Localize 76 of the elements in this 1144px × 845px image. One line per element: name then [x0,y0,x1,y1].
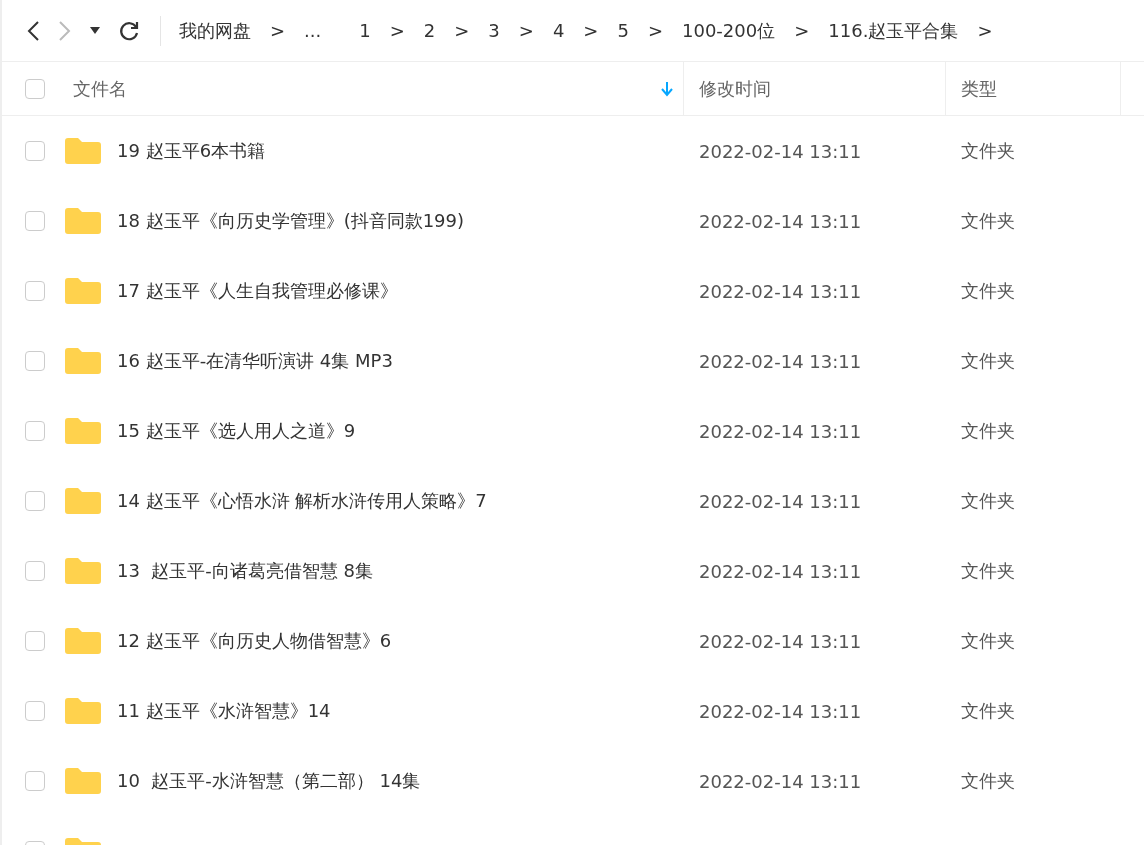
breadcrumb-link[interactable]: 100-200位 [682,18,776,43]
file-type: 文件夹 [960,349,1016,373]
forward-icon[interactable] [58,19,72,42]
file-type: 文件夹 [960,559,1016,583]
row-checkbox[interactable] [25,421,45,441]
modified-time: 2022-02-14 13:11 [698,700,863,722]
breadcrumb-link[interactable]: 我的网盘 [179,18,251,43]
folder-name[interactable]: 14 赵玉平《心悟水浒 解析水浒传用人策略》7 [117,489,487,513]
row-checkbox[interactable] [25,561,45,581]
breadcrumb-link[interactable]: 3 [488,20,500,41]
modified-time: 2022-02-14 13:11 [698,490,863,512]
breadcrumb-separator: > [518,20,534,41]
folder-icon [65,628,101,654]
back-icon[interactable] [26,19,40,42]
folder-name[interactable]: 18 赵玉平《向历史学管理》(抖音同款199) [117,209,465,233]
modified-time: 2022-02-14 13:11 [698,350,863,372]
folder-name[interactable]: 13 赵玉平-向诸葛亮借智慧 8集 [117,559,374,583]
file-type: 文件夹 [960,139,1016,163]
modified-time: 2022-02-14 13:11 [698,140,863,162]
folder-name[interactable]: 10 赵玉平-水浒智慧（第二部） 14集 [117,769,421,793]
select-all-checkbox[interactable] [25,78,45,99]
breadcrumb-separator: > [647,20,663,41]
folder-name[interactable]: 11 赵玉平《水浒智慧》14 [117,699,331,723]
folder-icon [65,278,101,304]
modified-time: 2022-02-14 13:11 [698,770,863,792]
row-checkbox[interactable] [25,351,45,371]
folder-name[interactable]: 19 赵玉平6本书籍 [117,139,266,163]
modified-time: 2022-02-14 13:11 [698,560,863,582]
row-checkbox[interactable] [25,701,45,721]
file-type: 文件夹 [960,279,1016,303]
breadcrumb-link[interactable]: 116.赵玉平合集 [828,18,959,43]
modified-time: 2022-02-14 13:11 [698,630,863,652]
breadcrumb-separator: > [794,20,810,41]
dropdown-caret-icon[interactable] [90,26,100,35]
folder-icon [65,768,101,794]
folder-name[interactable]: 15 赵玉平《选人用人之道》9 [117,419,356,443]
row-checkbox[interactable] [25,631,45,651]
file-type: 文件夹 [960,769,1016,793]
breadcrumb-separator: > [454,20,470,41]
file-type: 文件夹 [960,699,1016,723]
breadcrumb-link[interactable]: 4 [552,20,565,41]
modified-time: 2022-02-14 13:11 [698,280,863,302]
refresh-icon[interactable] [118,19,140,42]
column-header[interactable]: 修改时间 [699,76,771,101]
row-checkbox[interactable] [25,141,45,161]
folder-icon [65,698,101,724]
breadcrumb-link[interactable]: 1 [359,20,371,41]
folder-icon [65,208,101,234]
modified-time: 2022-02-14 13:11 [698,210,863,232]
folder-icon [65,558,101,584]
row-checkbox[interactable] [25,211,45,231]
file-type: 文件夹 [960,209,1016,233]
row-checkbox[interactable] [25,281,45,301]
breadcrumb-link[interactable]: 2 [423,20,436,41]
folder-name[interactable]: 16 赵玉平-在清华听演讲 4集 MP3 [117,349,393,373]
breadcrumb-link[interactable]: ... [304,20,322,41]
breadcrumb-separator: > [270,20,286,41]
column-header[interactable]: 类型 [961,76,997,101]
folder-icon [65,418,101,444]
breadcrumb-link[interactable]: 5 [617,20,629,41]
folder-name[interactable]: 17 赵玉平《人生自我管理必修课》 [117,279,398,303]
file-type: 文件夹 [960,629,1016,653]
row-checkbox[interactable] [25,771,45,791]
file-type: 文件夹 [960,419,1016,443]
breadcrumb-separator: > [977,20,993,41]
sort-arrow-icon[interactable] [661,80,673,97]
folder-name[interactable]: 12 赵玉平《向历史人物借智慧》6 [117,629,392,653]
row-checkbox[interactable] [25,491,45,511]
modified-time: 2022-02-14 13:11 [698,420,863,442]
file-type: 文件夹 [960,489,1016,513]
breadcrumb-separator: > [583,20,599,41]
folder-icon [65,138,101,164]
folder-icon [65,488,101,514]
breadcrumb-separator: > [389,20,405,41]
folder-icon [65,348,101,374]
column-header[interactable]: 文件名 [73,76,661,101]
